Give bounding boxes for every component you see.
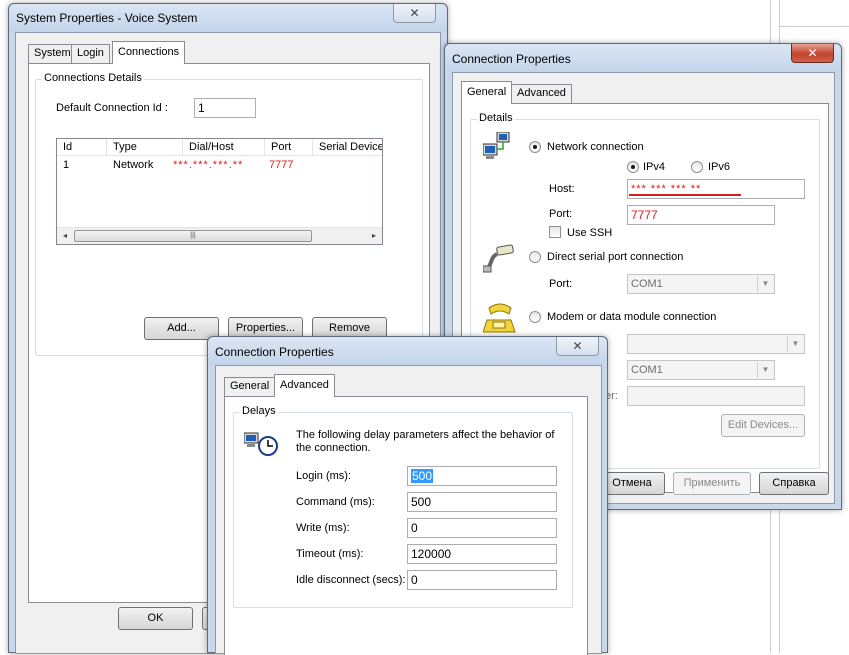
timeout-input[interactable]: 120000 — [407, 544, 557, 564]
tab-strip: System Login Connections — [28, 41, 328, 64]
ok-button[interactable]: OK — [118, 607, 193, 630]
write-delay-label: Write (ms): — [296, 522, 350, 534]
connections-details-group: Connections Details Default Connection I… — [35, 72, 423, 356]
tab-connections[interactable]: Connections — [112, 41, 186, 64]
group-title: Details — [477, 112, 515, 124]
scroll-thumb[interactable]: ||| — [74, 230, 312, 242]
default-connection-label: Default Connection Id : — [56, 102, 168, 114]
scroll-right-icon[interactable]: ▸ — [367, 230, 381, 242]
telephone-modem-icon — [483, 303, 516, 333]
serial-port-select[interactable]: COM1 ▼ — [627, 274, 775, 294]
login-delay-label: Login (ms): — [296, 470, 352, 482]
network-connection-radio[interactable] — [529, 141, 541, 153]
delays-group: Delays The following delay parameters af… — [233, 405, 573, 608]
default-connection-input[interactable]: 1 — [194, 98, 256, 118]
connection-properties-advanced-window: Connection Properties ✕ General Advanced… — [207, 336, 608, 655]
serial-port-value: COM1 — [631, 278, 663, 290]
horizontal-scrollbar[interactable]: ◂ ||| ▸ — [57, 227, 382, 244]
cancel-button[interactable]: Отмена — [599, 472, 665, 495]
chevron-down-icon: ▼ — [787, 336, 803, 352]
tab-advanced[interactable]: Advanced — [511, 84, 572, 103]
client-area: General Advanced Delays The following de… — [215, 365, 602, 655]
title-bar[interactable]: Connection Properties ✕ — [208, 337, 607, 365]
apply-button[interactable]: Применить — [673, 472, 751, 495]
title-bar[interactable]: Connection Properties ✕ — [445, 44, 841, 72]
cell-host: ***.***.***.** — [173, 159, 244, 171]
cell-port: 7777 — [269, 159, 294, 171]
window-title: Connection Properties — [215, 345, 334, 359]
tab-general[interactable]: General — [461, 81, 513, 104]
login-delay-input[interactable]: 500 — [407, 466, 557, 486]
port-input[interactable]: 7777 — [627, 205, 775, 225]
tab-general[interactable]: General — [224, 377, 276, 396]
use-ssh-checkbox[interactable] — [549, 226, 561, 238]
tab-advanced[interactable]: Advanced — [274, 374, 335, 397]
add-button[interactable]: Add... — [144, 317, 219, 340]
group-title: Delays — [240, 405, 278, 417]
port-label: Port: — [549, 208, 573, 220]
login-delay-value: 500 — [411, 469, 434, 483]
ipv4-label: IPv4 — [643, 161, 666, 173]
help-button[interactable]: Справка — [759, 472, 829, 495]
cell-type: Network — [113, 159, 154, 171]
tab-page-advanced: Delays The following delay parameters af… — [224, 396, 588, 655]
group-title: Connections Details — [42, 72, 144, 84]
serial-connection-label: Direct serial port connection — [547, 251, 684, 263]
host-input[interactable]: *** *** *** ** — [627, 179, 805, 199]
network-computer-icon — [483, 132, 510, 159]
modem-device-select[interactable]: ▼ — [627, 334, 805, 354]
delays-description: The following delay parameters affect th… — [296, 429, 555, 454]
command-delay-label: Command (ms): — [296, 496, 375, 508]
serial-connection-radio[interactable] — [529, 251, 541, 263]
tab-login[interactable]: Login — [71, 44, 110, 63]
window-title: System Properties - Voice System — [16, 11, 198, 25]
network-clock-icon — [244, 432, 278, 456]
ipv6-radio[interactable] — [691, 161, 703, 173]
edit-devices-button[interactable]: Edit Devices... — [721, 414, 805, 437]
scroll-left-icon[interactable]: ◂ — [58, 230, 72, 242]
close-button[interactable]: ✕ — [791, 44, 834, 63]
title-bar[interactable]: System Properties - Voice System ✕ — [9, 4, 447, 32]
network-connection-label: Network connection — [547, 141, 644, 153]
cell-id: 1 — [63, 159, 70, 171]
ipv4-radio[interactable] — [627, 161, 639, 173]
close-button[interactable]: ✕ — [556, 337, 599, 356]
tab-system[interactable]: System — [28, 44, 77, 63]
modem-port-select[interactable]: COM1 ▼ — [627, 360, 775, 380]
host-label: Host: — [549, 183, 575, 195]
command-delay-input[interactable]: 500 — [407, 492, 557, 512]
idle-disconnect-label: Idle disconnect (secs): — [296, 574, 406, 586]
window-title: Connection Properties — [452, 52, 571, 66]
serial-cable-icon — [483, 244, 514, 273]
phone-number-input[interactable] — [627, 386, 805, 406]
use-ssh-label: Use SSH — [567, 227, 613, 239]
close-button[interactable]: ✕ — [393, 4, 436, 23]
modem-port-value: COM1 — [631, 364, 663, 376]
table-row[interactable]: 1 Network ***.***.***.** 7777 — [57, 139, 382, 179]
ipv6-label: IPv6 — [708, 161, 731, 173]
modem-connection-radio[interactable] — [529, 311, 541, 323]
host-redaction-underline — [629, 194, 741, 196]
tab-strip: General Advanced — [224, 374, 424, 397]
connections-list[interactable]: Id Type Dial/Host Port Serial Device 1 N… — [56, 138, 383, 245]
idle-disconnect-input[interactable]: 0 — [407, 570, 557, 590]
modem-connection-label: Modem or data module connection — [547, 311, 717, 323]
timeout-label: Timeout (ms): — [296, 548, 364, 560]
chevron-down-icon: ▼ — [757, 276, 773, 292]
write-delay-input[interactable]: 0 — [407, 518, 557, 538]
tab-strip: General Advanced — [461, 81, 661, 104]
serial-port-label: Port: — [549, 278, 573, 290]
chevron-down-icon: ▼ — [757, 362, 773, 378]
